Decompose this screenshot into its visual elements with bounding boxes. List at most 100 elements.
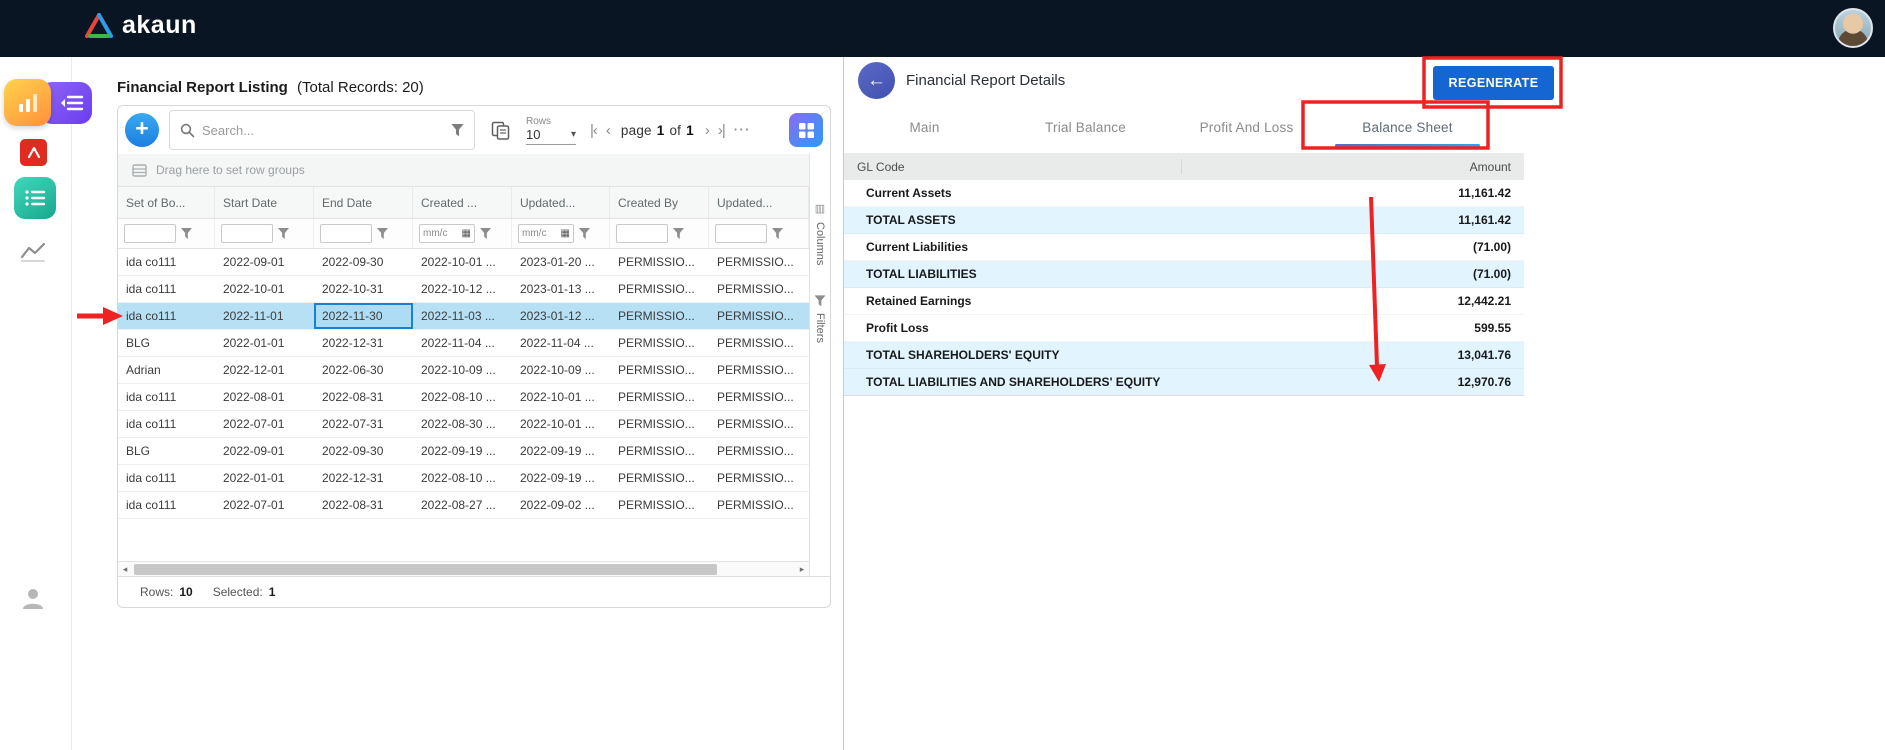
cell-created[interactable]: 2022-08-30 ... <box>413 411 512 437</box>
cell-start-date[interactable]: 2022-12-01 <box>215 357 314 383</box>
cell-created-by[interactable]: PERMISSIO... <box>610 411 709 437</box>
cell-created-by[interactable]: PERMISSIO... <box>610 465 709 491</box>
column-header-created-by[interactable]: Created By <box>610 187 709 218</box>
listing-module-icon[interactable] <box>14 177 56 219</box>
cell-end-date[interactable]: 2022-12-31 <box>314 330 413 356</box>
cell-updated[interactable]: 2022-10-01 ... <box>512 411 610 437</box>
cell-end-date[interactable]: 2022-09-30 <box>314 249 413 275</box>
column-header-set-of-books[interactable]: Set of Bo... <box>118 187 215 218</box>
columns-panel-tab[interactable]: ▥ Columns <box>814 202 826 265</box>
scroll-right-icon[interactable]: ▸ <box>795 564 809 575</box>
table-row[interactable]: ida co111 2022-07-01 2022-07-31 2022-08-… <box>118 411 809 438</box>
cell-set-of-books[interactable]: ida co111 <box>118 384 215 410</box>
filter-funnel-icon[interactable] <box>579 228 590 239</box>
filter-funnel-icon[interactable] <box>181 228 192 239</box>
cell-set-of-books[interactable]: ida co111 <box>118 303 215 329</box>
cell-start-date[interactable]: 2022-07-01 <box>215 492 314 518</box>
cell-updated[interactable]: 2022-09-19 ... <box>512 465 610 491</box>
date-filter-created[interactable]: mm/c ▦ <box>419 224 475 243</box>
gl-row[interactable]: › TOTAL SHAREHOLDERS' EQUITY 13,041.76 <box>844 342 1524 369</box>
table-row[interactable]: ida co111 2022-08-01 2022-08-31 2022-08-… <box>118 384 809 411</box>
cell-updated-by[interactable]: PERMISSIO... <box>709 303 809 329</box>
cell-created[interactable]: 2022-08-10 ... <box>413 384 512 410</box>
horizontal-scrollbar[interactable]: ◂ ▸ <box>118 561 809 576</box>
prev-page-button[interactable]: ‹ <box>606 122 610 139</box>
cell-start-date[interactable]: 2022-01-01 <box>215 330 314 356</box>
copy-icon[interactable] <box>491 121 510 140</box>
gl-row[interactable]: › Current Assets 11,161.42 <box>844 180 1524 207</box>
cell-updated[interactable]: 2022-10-01 ... <box>512 384 610 410</box>
table-row[interactable]: ida co111 2022-10-01 2022-10-31 2022-10-… <box>118 276 809 303</box>
cell-end-date[interactable]: 2022-08-31 <box>314 492 413 518</box>
cell-updated[interactable]: 2023-01-12 ... <box>512 303 610 329</box>
cell-created-by[interactable]: PERMISSIO... <box>610 492 709 518</box>
cell-set-of-books[interactable]: ida co111 <box>118 249 215 275</box>
table-row[interactable]: ida co111 2022-11-01 2022-11-30 2022-11-… <box>118 303 809 330</box>
regenerate-button[interactable]: REGENERATE <box>1433 66 1554 100</box>
table-row[interactable]: ida co111 2022-09-01 2022-09-30 2022-10-… <box>118 249 809 276</box>
cell-start-date[interactable]: 2022-07-01 <box>215 411 314 437</box>
cell-updated-by[interactable]: PERMISSIO... <box>709 357 809 383</box>
cell-updated-by[interactable]: PERMISSIO... <box>709 492 809 518</box>
tab-balance-sheet[interactable]: Balance Sheet <box>1327 108 1488 147</box>
filter-funnel-icon[interactable] <box>673 228 684 239</box>
cell-set-of-books[interactable]: Adrian <box>118 357 215 383</box>
row-group-dropzone[interactable]: Drag here to set row groups <box>118 154 809 187</box>
cell-created[interactable]: 2022-09-19 ... <box>413 438 512 464</box>
filter-input-set-of-books[interactable] <box>124 224 176 243</box>
table-row[interactable]: ida co111 2022-07-01 2022-08-31 2022-08-… <box>118 492 809 519</box>
filter-input-end-date[interactable] <box>320 224 372 243</box>
column-header-updated-by[interactable]: Updated... <box>709 187 809 218</box>
column-header-start-date[interactable]: Start Date <box>215 187 314 218</box>
gl-row[interactable]: › TOTAL ASSETS 11,161.42 <box>844 207 1524 234</box>
cell-updated-by[interactable]: PERMISSIO... <box>709 249 809 275</box>
cell-created-by[interactable]: PERMISSIO... <box>610 357 709 383</box>
add-record-button[interactable]: + <box>125 113 159 147</box>
rows-per-page-select[interactable]: Rows 10 ▾ <box>526 116 576 145</box>
cell-updated-by[interactable]: PERMISSIO... <box>709 276 809 302</box>
search-input[interactable] <box>202 123 444 138</box>
akaun-logo[interactable]: akaun <box>84 11 197 40</box>
more-options-icon[interactable]: ⋯ <box>733 120 751 140</box>
filter-funnel-icon[interactable] <box>772 228 783 239</box>
cell-set-of-books[interactable]: ida co111 <box>118 492 215 518</box>
column-header-created[interactable]: Created ... <box>413 187 512 218</box>
cell-updated-by[interactable]: PERMISSIO... <box>709 384 809 410</box>
gl-row[interactable]: › TOTAL LIABILITIES (71.00) <box>844 261 1524 288</box>
cell-created-by[interactable]: PERMISSIO... <box>610 384 709 410</box>
cell-start-date[interactable]: 2022-09-01 <box>215 249 314 275</box>
cell-set-of-books[interactable]: ida co111 <box>118 465 215 491</box>
cell-created[interactable]: 2022-08-27 ... <box>413 492 512 518</box>
table-row[interactable]: BLG 2022-01-01 2022-12-31 2022-11-04 ...… <box>118 330 809 357</box>
cell-end-date[interactable]: 2022-11-30 <box>314 303 413 329</box>
filter-input-updated-by[interactable] <box>715 224 767 243</box>
cell-created-by[interactable]: PERMISSIO... <box>610 438 709 464</box>
account-icon[interactable] <box>20 585 46 611</box>
tab-profit-and-loss[interactable]: Profit And Loss <box>1166 108 1327 147</box>
cell-created[interactable]: 2022-08-10 ... <box>413 465 512 491</box>
tab-main[interactable]: Main <box>844 108 1005 147</box>
cell-start-date[interactable]: 2022-09-01 <box>215 438 314 464</box>
cell-updated[interactable]: 2023-01-13 ... <box>512 276 610 302</box>
cell-set-of-books[interactable]: ida co111 <box>118 276 215 302</box>
column-header-updated[interactable]: Updated... <box>512 187 610 218</box>
scrollbar-track[interactable] <box>132 562 795 576</box>
cell-updated-by[interactable]: PERMISSIO... <box>709 330 809 356</box>
gl-row[interactable]: › Current Liabilities (71.00) <box>844 234 1524 261</box>
cell-end-date[interactable]: 2022-12-31 <box>314 465 413 491</box>
cell-end-date[interactable]: 2022-08-31 <box>314 384 413 410</box>
gl-row[interactable]: › TOTAL LIABILITIES AND SHAREHOLDERS' EQ… <box>844 369 1524 396</box>
cell-updated[interactable]: 2022-09-02 ... <box>512 492 610 518</box>
gl-row[interactable]: › Retained Earnings 12,442.21 <box>844 288 1524 315</box>
cell-updated-by[interactable]: PERMISSIO... <box>709 465 809 491</box>
grid-view-button[interactable] <box>789 113 823 147</box>
filter-funnel-icon[interactable] <box>480 228 491 239</box>
pdf-module-icon[interactable] <box>20 139 47 166</box>
cell-created[interactable]: 2022-11-04 ... <box>413 330 512 356</box>
scroll-left-icon[interactable]: ◂ <box>118 564 132 575</box>
filter-input-created-by[interactable] <box>616 224 668 243</box>
cell-end-date[interactable]: 2022-07-31 <box>314 411 413 437</box>
cell-created[interactable]: 2022-10-12 ... <box>413 276 512 302</box>
cell-created-by[interactable]: PERMISSIO... <box>610 249 709 275</box>
cell-updated[interactable]: 2022-09-19 ... <box>512 438 610 464</box>
